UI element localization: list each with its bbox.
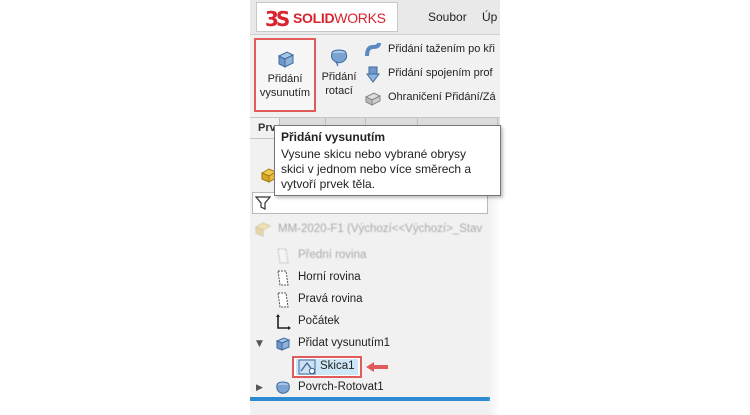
- extrude-boss-icon: [275, 337, 291, 351]
- sketch-icon: [298, 359, 316, 375]
- tree-item-surface-revolve[interactable]: Povrch-Rotovat1: [274, 378, 494, 398]
- red-arrow-annotation: [366, 362, 388, 372]
- tree-item-extrude-feature[interactable]: Přidat vysunutím1: [274, 334, 494, 354]
- tree-item-origin[interactable]: Počátek: [274, 312, 494, 332]
- ds-logo-mark: 3S: [265, 7, 290, 31]
- swept-boss-label: Přidání tažením po kři: [388, 43, 495, 55]
- tree-item-label: Horní rovina: [298, 271, 361, 283]
- tree-item-top-plane[interactable]: Horní rovina: [274, 268, 494, 288]
- boundary-icon: [364, 92, 382, 106]
- filter-icon: [255, 196, 271, 210]
- rollback-bar[interactable]: [250, 397, 490, 401]
- tree-item-label: Povrch-Rotovat1: [298, 381, 384, 393]
- tree-item-label: Počátek: [298, 315, 340, 327]
- swept-boss-button[interactable]: Přidání tažením po kři: [362, 39, 500, 61]
- tree-item-label: Přední rovina: [298, 249, 367, 261]
- plane-icon: [277, 248, 289, 264]
- tooltip-description: Vysune skicu nebo vybrané obrysy skici v…: [281, 147, 472, 191]
- tree-item-front-plane[interactable]: Přední rovina: [274, 246, 494, 266]
- plane-icon: [277, 292, 289, 308]
- lofted-boss-button[interactable]: Přidání spojením prof: [362, 63, 500, 85]
- part-icon: [254, 222, 272, 237]
- panel-fade-edge: [488, 190, 500, 415]
- revolve-boss-icon: [331, 49, 348, 67]
- expand-collapse-icon[interactable]: ▼: [256, 339, 263, 349]
- feature-manager-panel: 3S SOLIDWORKS Soubor Úp Přidání vysunutí…: [250, 0, 500, 415]
- logo-wordmark-thin: WORKS: [334, 10, 386, 26]
- surface-revolve-icon: [276, 381, 290, 394]
- logo-wordmark: SOLIDWORKS: [293, 10, 386, 26]
- tree-item-sketch-highlighted[interactable]: Skica1: [292, 356, 362, 378]
- title-bar: 3S SOLIDWORKS Soubor Úp: [250, 0, 500, 35]
- revolved-boss-label-2: rotací: [325, 85, 353, 97]
- tree-item-right-plane[interactable]: Pravá rovina: [274, 290, 494, 310]
- logo-wordmark-bold: SOLID: [293, 10, 335, 26]
- loft-icon: [366, 66, 380, 83]
- plane-icon: [277, 270, 289, 286]
- lofted-boss-label: Přidání spojením prof: [388, 67, 493, 79]
- origin-icon: [276, 314, 291, 330]
- expand-arrow-icon[interactable]: ▶: [256, 383, 263, 393]
- tree-root-part[interactable]: MM-2020-F1 (Výchozí<<Výchozí>_Stav: [254, 220, 500, 240]
- command-manager-ribbon: Přidání vysunutím Přidání rotací Přidání…: [250, 35, 500, 117]
- boundary-boss-button[interactable]: Ohraničení Přidání/Zá: [362, 87, 500, 109]
- tree-item-label: Pravá rovina: [298, 293, 363, 305]
- extruded-boss-label-1: Přidání: [267, 73, 303, 85]
- tooltip-title: Přidání vysunutím: [281, 130, 386, 144]
- sweep-icon: [365, 42, 381, 57]
- command-tooltip: Přidání vysunutím Vysune skicu nebo vybr…: [274, 125, 501, 196]
- extruded-boss-label-2: vysunutím: [259, 87, 311, 99]
- revolved-boss-label-1: Přidání: [321, 71, 357, 83]
- menu-edit[interactable]: Úp: [482, 10, 497, 24]
- boundary-boss-label: Ohraničení Přidání/Zá: [388, 91, 496, 103]
- sketch-label: Skica1: [320, 360, 355, 372]
- extruded-boss-button[interactable]: Přidání vysunutím: [254, 38, 316, 112]
- menu-file[interactable]: Soubor: [428, 10, 467, 24]
- extrude-boss-icon: [277, 51, 295, 68]
- solidworks-logo[interactable]: 3S SOLIDWORKS: [256, 2, 398, 32]
- tree-item-label: Přidat vysunutím1: [298, 337, 391, 349]
- revolved-boss-button[interactable]: Přidání rotací: [318, 38, 360, 112]
- tree-root-label: MM-2020-F1 (Výchozí<<Výchozí>_Stav: [278, 223, 483, 235]
